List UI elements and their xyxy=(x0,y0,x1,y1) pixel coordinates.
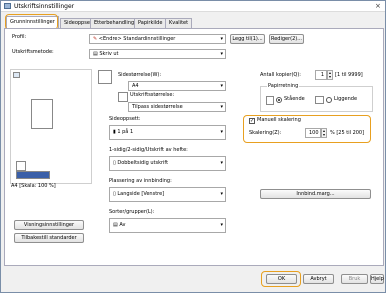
binding-value: Langside [Venstre] xyxy=(117,191,165,197)
manual-scaling-checkbox[interactable]: ✓ xyxy=(249,118,255,124)
ok-button[interactable]: OK xyxy=(266,274,297,284)
sorter-select[interactable]: ▤ Av ▾ xyxy=(109,218,226,233)
add-profile-button[interactable]: Legg til(1)... xyxy=(230,34,265,44)
portrait-label: Stående xyxy=(284,96,305,102)
sorter-label: Sorter/grupper(L): xyxy=(109,209,155,215)
view-settings-button[interactable]: Visningsinnstillinger xyxy=(14,220,84,230)
printer-icon xyxy=(4,3,11,9)
close-icon[interactable]: × xyxy=(375,1,381,11)
preview-caption: A4 [Skala: 100 %] xyxy=(11,183,56,189)
chevron-down-icon: ▾ xyxy=(220,129,223,135)
output-size-label: Utskriftsstørrelse: xyxy=(130,92,175,98)
chevron-down-icon: ▾ xyxy=(220,191,223,197)
chevron-down-icon: ▾ xyxy=(220,104,223,110)
help-button[interactable]: Hjelp xyxy=(370,274,384,284)
duplex-label: 1-sidig/2-sidig/Utskrift av hefte: xyxy=(109,147,188,153)
print-settings-window: Utskriftsinnstillinger × Grunninnstillin… xyxy=(0,0,386,293)
copies-input[interactable]: 1 xyxy=(315,70,327,80)
portrait-icon xyxy=(266,96,274,105)
page-size-label: Sidestørrelse(W): xyxy=(118,72,162,78)
chevron-down-icon: ▾ xyxy=(220,36,223,42)
chevron-down-icon: ▾ xyxy=(220,51,223,57)
portrait-radio[interactable] xyxy=(276,97,282,103)
landscape-icon xyxy=(315,96,324,104)
output-method-select[interactable]: ▤ Skriv ut ▾ xyxy=(89,49,226,59)
output-method-value: Skriv ut xyxy=(99,51,119,57)
binding-label: Plassering av innbinding: xyxy=(109,178,172,184)
chevron-down-icon: ▾ xyxy=(220,83,223,89)
chevron-down-icon: ▾ xyxy=(220,160,223,166)
manual-scaling-label: Manuell skalering xyxy=(257,117,301,123)
profile-select[interactable]: ✎ <Endre> Standardinnstillinger ▾ xyxy=(89,34,226,44)
binding-select[interactable]: ▯ Langside [Venstre] ▾ xyxy=(109,187,226,202)
output-size-icon xyxy=(118,92,128,102)
duplex-value: Dobbeltsidig utskrift xyxy=(117,160,169,166)
page-preview-icon xyxy=(31,99,53,129)
binding-margin-button[interactable]: Innbind.marg... xyxy=(260,189,371,199)
copies-stepper[interactable]: ▴ ▾ xyxy=(327,70,333,80)
restore-defaults-button[interactable]: Tilbakestill standarder xyxy=(14,233,84,243)
tab-quality[interactable]: Kvalitet xyxy=(165,18,193,28)
copies-label: Antall kopier(Q): xyxy=(260,72,301,78)
scaling-stepper[interactable]: ▴ ▾ xyxy=(321,128,327,138)
scaling-unit: % [25 til 200] xyxy=(330,130,365,136)
stack-icon xyxy=(16,161,26,171)
preview-mode-icon[interactable] xyxy=(13,72,20,78)
output-size-value: Tilpass sidestørrelse xyxy=(132,104,183,110)
page-size-select[interactable]: A4 ▾ xyxy=(128,81,226,91)
profile-value: <Endre> Standardinnstillinger xyxy=(98,36,176,42)
cancel-button[interactable]: Avbryt xyxy=(303,274,334,284)
output-size-select[interactable]: Tilpass sidestørrelse ▾ xyxy=(128,102,226,112)
landscape-label: Liggende xyxy=(334,96,358,102)
tab-paper-source[interactable]: Papirkilde xyxy=(134,18,167,28)
page-size-value: A4 xyxy=(132,83,139,89)
tab-finishing[interactable]: Etterbehandling xyxy=(90,18,139,28)
page-size-icon xyxy=(98,70,112,84)
apply-button[interactable]: Bruk xyxy=(341,274,368,284)
page-layout-label: Sideoppsett: xyxy=(109,116,141,122)
page-layout-select[interactable]: ▮ 1 på 1 ▾ xyxy=(109,125,226,140)
window-title: Utskriftsinnstillinger xyxy=(14,3,75,10)
page-layout-value: 1 på 1 xyxy=(117,129,134,135)
edit-profile-button[interactable]: Rediger(2)... xyxy=(269,34,304,44)
duplex-select[interactable]: ▯ Dobbeltsidig utskrift ▾ xyxy=(109,156,226,171)
orientation-label: Papirretning xyxy=(267,83,300,90)
copies-range: [1 til 9999] xyxy=(335,72,363,78)
scaling-label: Skalering(Z): xyxy=(249,130,282,136)
title-bar: Utskriftsinnstillinger × xyxy=(1,1,385,12)
output-method-label: Utskriftsmetode: xyxy=(12,49,54,55)
sorter-value: Av xyxy=(119,222,126,228)
chevron-down-icon: ▾ xyxy=(220,222,223,228)
layout-toggle-icon[interactable] xyxy=(16,171,50,179)
landscape-radio[interactable] xyxy=(326,97,332,103)
profile-label: Profil: xyxy=(12,34,27,40)
scaling-input[interactable]: 100 xyxy=(305,128,321,138)
